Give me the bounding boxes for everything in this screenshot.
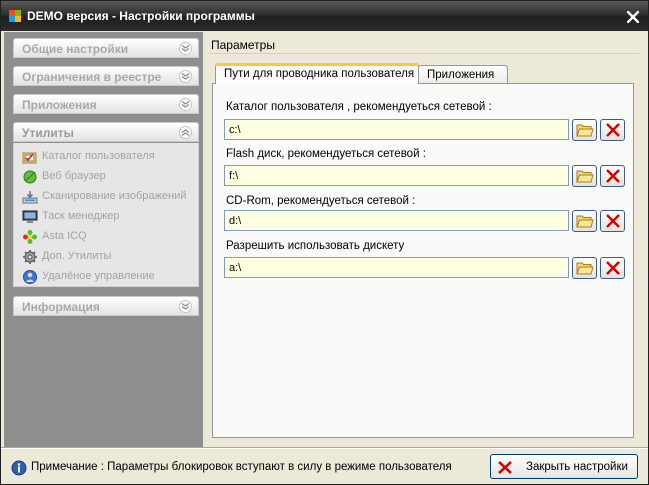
user-catalog-clear-button[interactable] (600, 119, 625, 141)
title-bar[interactable]: DEMO версия - Настройки программы (1, 1, 648, 31)
sidebar-group-label: Ограничения в реестре (22, 70, 162, 84)
flash-disk-browse-button[interactable] (572, 165, 597, 187)
sidebar-group-registry[interactable]: Ограничения в реестре (13, 66, 199, 86)
user-catalog-input[interactable] (224, 119, 569, 140)
utility-web-browser[interactable]: Веб браузер (22, 168, 198, 186)
tab-label: Пути для проводника пользователя (224, 68, 415, 80)
delete-x-icon (605, 261, 620, 275)
tab-label: Приложения (427, 69, 495, 81)
user-globe-icon (23, 270, 37, 284)
cd-rom-input[interactable] (224, 210, 569, 231)
delete-x-icon (605, 123, 620, 137)
tab-applications[interactable]: Приложения (418, 65, 508, 84)
utility-remote-control[interactable]: Удалёное управление (22, 268, 198, 286)
delete-x-icon (605, 169, 620, 183)
info-icon (11, 460, 27, 476)
utilities-list: Каталог пользователя Веб браузер Сканиро… (13, 143, 199, 287)
utility-label: Доп. Утилиты (42, 250, 112, 262)
status-note: Примечание : Параметры блокировок вступа… (31, 461, 452, 473)
folder-icon (575, 215, 594, 228)
sidebar-group-label: Приложения (22, 98, 97, 112)
window-close-button[interactable] (623, 7, 642, 26)
chevron-down-icon[interactable] (179, 300, 192, 313)
sidebar-group-label: Общие настройки (22, 42, 129, 56)
close-icon (626, 10, 639, 23)
chevron-down-icon[interactable] (179, 98, 192, 111)
utility-label: Asta ICQ (42, 230, 87, 242)
utility-asta-icq[interactable]: Asta ICQ (22, 228, 198, 246)
sidebar-group-label: Утилиты (22, 126, 74, 140)
utility-label: Каталог пользователя (42, 150, 155, 162)
status-bar: Примечание : Параметры блокировок вступа… (1, 448, 648, 484)
cd-rom-browse-button[interactable] (572, 210, 597, 232)
utility-image-scanning[interactable]: Сканирование изображений (22, 188, 198, 206)
utility-task-manager[interactable]: Таск менеджер (22, 208, 198, 226)
chevron-down-icon[interactable] (179, 42, 192, 55)
user-catalog-label: Каталог пользователя , рекомендуеться се… (226, 101, 492, 113)
flower-icon (23, 230, 37, 244)
sidebar: Общие настройки Ограничения в реестре Пр… (4, 32, 203, 447)
app-logo-icon (9, 10, 21, 22)
close-settings-label: Закрыть настройки (526, 461, 628, 473)
flash-disk-input[interactable] (224, 165, 569, 186)
tab-panel: Каталог пользователя , рекомендуеться се… (212, 83, 634, 438)
close-settings-button[interactable]: Закрыть настройки (490, 454, 638, 479)
utility-label: Сканирование изображений (42, 190, 187, 202)
flash-disk-clear-button[interactable] (600, 165, 625, 187)
section-title: Параметры (211, 38, 275, 52)
utility-extra-utilities[interactable]: Доп. Утилиты (22, 248, 198, 266)
floppy-browse-button[interactable] (572, 257, 597, 279)
scanner-icon (22, 191, 38, 204)
leaf-icon (23, 170, 37, 184)
chevron-up-icon[interactable] (179, 126, 192, 139)
chevron-down-icon[interactable] (179, 70, 192, 83)
sidebar-group-information[interactable]: Информация (13, 296, 199, 316)
settings-window: DEMO версия - Настройки программы Общие … (0, 0, 649, 485)
delete-x-icon (498, 461, 512, 474)
sidebar-group-applications[interactable]: Приложения (13, 94, 199, 114)
utility-user-catalog[interactable]: Каталог пользователя (22, 148, 198, 166)
utility-label: Веб браузер (42, 170, 106, 182)
section-divider (209, 53, 639, 54)
sidebar-group-label: Информация (22, 300, 100, 314)
window-title: DEMO версия - Настройки программы (27, 9, 255, 23)
gear-icon (23, 250, 37, 264)
user-catalog-browse-button[interactable] (572, 119, 597, 141)
folder-icon (575, 170, 594, 183)
folder-icon (575, 124, 594, 137)
cd-rom-clear-button[interactable] (600, 210, 625, 232)
main-panel: Параметры Пути для проводника пользовате… (203, 32, 646, 447)
folder-icon (575, 262, 594, 275)
monitor-icon (22, 210, 38, 223)
delete-x-icon (605, 214, 620, 228)
cd-rom-label: CD-Rom, рекомендуеться сетевой : (226, 195, 416, 207)
tab-explorer-paths[interactable]: Пути для проводника пользователя (215, 63, 419, 84)
sidebar-group-utilities[interactable]: Утилиты (13, 122, 199, 142)
floppy-label: Разрешить использовать дискету (226, 240, 405, 252)
flash-disk-label: Flash диск, рекомендуеться сетевой : (226, 148, 426, 160)
utility-label: Таск менеджер (42, 210, 120, 222)
floppy-input[interactable] (224, 257, 569, 278)
utility-label: Удалёное управление (42, 270, 155, 282)
sidebar-group-general[interactable]: Общие настройки (13, 38, 199, 58)
folder-check-icon (22, 152, 37, 164)
floppy-clear-button[interactable] (600, 257, 625, 279)
